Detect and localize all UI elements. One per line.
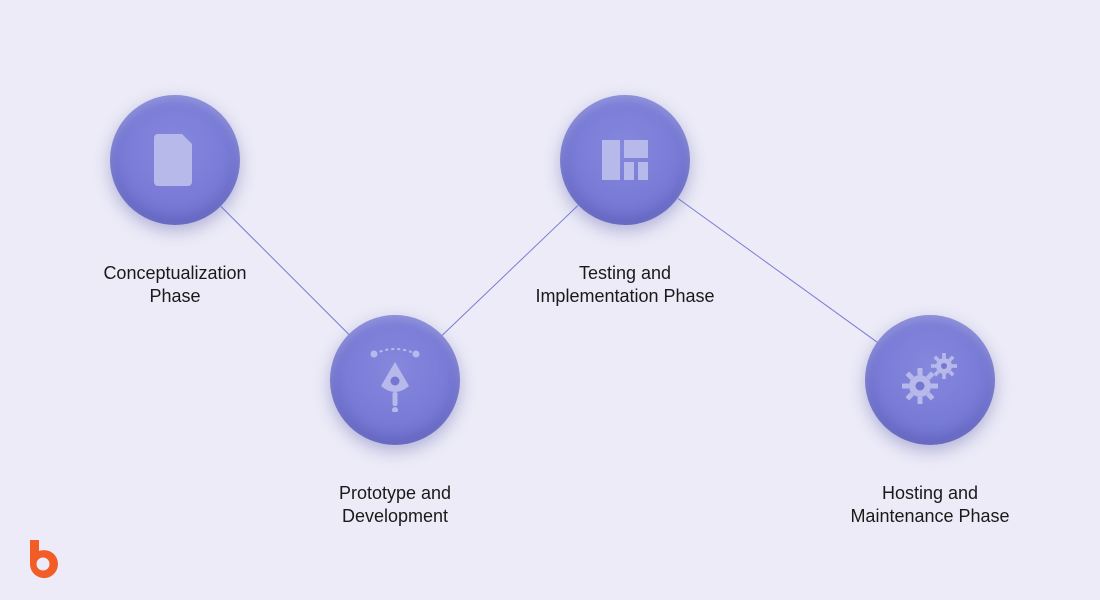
label-text: ConceptualizationPhase [103,263,246,306]
node-conceptualization [110,95,240,225]
node-prototype [330,315,460,445]
document-icon [154,134,196,186]
node-hosting [865,315,995,445]
label-conceptualization: ConceptualizationPhase [65,262,285,307]
brand-logo [20,536,66,582]
pen-icon [368,348,422,412]
gears-icon [900,352,960,408]
label-text: Testing andImplementation Phase [535,263,714,306]
dashboard-icon [602,140,648,180]
label-testing: Testing andImplementation Phase [515,262,735,307]
label-text: Hosting andMaintenance Phase [850,483,1009,526]
node-testing [560,95,690,225]
label-prototype: Prototype andDevelopment [285,482,505,527]
label-hosting: Hosting andMaintenance Phase [820,482,1040,527]
label-text: Prototype andDevelopment [339,483,451,526]
